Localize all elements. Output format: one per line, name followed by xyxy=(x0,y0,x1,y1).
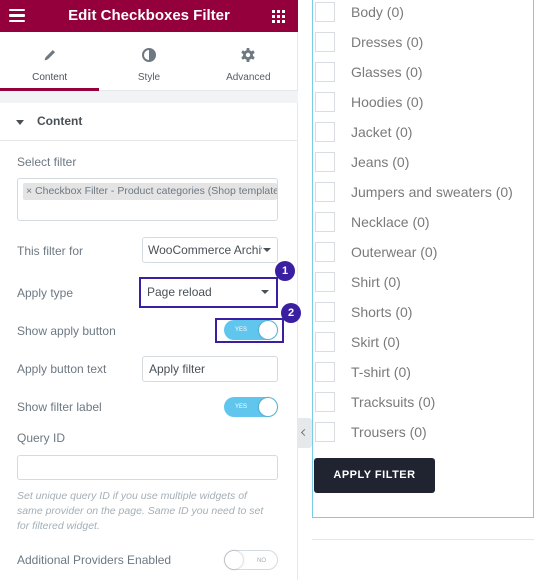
chevron-down-icon xyxy=(263,248,271,252)
apply-button-text-input[interactable]: Apply filter xyxy=(142,356,278,382)
checkbox[interactable] xyxy=(315,392,335,412)
checkbox-label: Shirt (0) xyxy=(351,274,401,290)
tab-style-label: Style xyxy=(137,72,161,83)
toggle-state-label: NO xyxy=(257,558,266,564)
panel-title: Edit Checkboxes Filter xyxy=(68,7,230,24)
toggle-state-label: YES xyxy=(235,404,248,410)
tab-advanced-label: Advanced xyxy=(226,72,271,83)
tab-content-label: Content xyxy=(32,72,68,83)
checkbox[interactable] xyxy=(315,152,335,172)
checkbox[interactable] xyxy=(315,182,335,202)
checkbox[interactable] xyxy=(315,272,335,292)
checkbox[interactable] xyxy=(315,122,335,142)
apply-type-value: Page reload xyxy=(147,285,212,299)
checkbox-item[interactable]: Shorts (0) xyxy=(315,301,412,323)
checkbox[interactable] xyxy=(315,422,335,442)
selected-filter-chip[interactable]: × Checkbox Filter - Product categories (… xyxy=(23,183,277,200)
query-id-input[interactable] xyxy=(17,455,278,480)
select-filter-field[interactable]: × Checkbox Filter - Product categories (… xyxy=(17,178,278,221)
half-circle-icon xyxy=(141,48,156,62)
collapse-panel-handle[interactable] xyxy=(298,418,312,448)
checkbox-label: Trousers (0) xyxy=(351,424,427,440)
apply-filter-button[interactable]: APPLY FILTER xyxy=(314,458,435,493)
apply-type-select[interactable]: Page reload xyxy=(142,280,275,306)
checkbox-item[interactable]: Necklace (0) xyxy=(315,211,430,233)
checkbox-item[interactable]: Skirt (0) xyxy=(315,331,400,353)
checkbox[interactable] xyxy=(315,212,335,232)
step-badge-1: 1 xyxy=(275,261,295,281)
show-apply-button-label: Show apply button xyxy=(17,324,116,338)
filter-for-label: This filter for xyxy=(17,244,84,258)
toggle-knob xyxy=(259,398,277,416)
checkbox[interactable] xyxy=(315,2,335,22)
tab-content[interactable]: Content xyxy=(0,32,100,91)
checkbox-label: Tracksuits (0) xyxy=(351,394,436,410)
filter-for-select[interactable]: WooCommerce Archive xyxy=(142,237,278,263)
checkbox-label: Jeans (0) xyxy=(351,154,410,170)
checkbox-label: Shorts (0) xyxy=(351,304,413,320)
toggle-knob xyxy=(225,551,243,569)
checkbox-label: Dresses (0) xyxy=(351,34,424,50)
tab-advanced[interactable]: Advanced xyxy=(199,32,298,90)
filter-widget-preview: Body (0) Dresses (0) Glasses (0) Hoodies (0… xyxy=(312,0,534,518)
editor-panel: Edit Checkboxes Filter Content Style Adv… xyxy=(0,0,301,580)
section-spacer xyxy=(0,91,298,103)
checkbox[interactable] xyxy=(315,362,335,382)
checkbox-item[interactable]: Shirt (0) xyxy=(315,271,401,293)
section-content-header[interactable]: Content xyxy=(0,103,298,141)
divider xyxy=(312,539,534,540)
chevron-left-icon xyxy=(300,428,309,437)
checkbox-item[interactable]: Jumpers and sweaters (0) xyxy=(315,181,513,203)
filter-for-value: WooCommerce Archive xyxy=(148,243,262,257)
checkbox-label: T-shirt (0) xyxy=(351,364,411,380)
checkbox-label: Jumpers and sweaters (0) xyxy=(351,184,513,200)
panel-tabs: Content Style Advanced xyxy=(0,32,298,91)
caret-down-icon xyxy=(16,120,24,125)
checkbox-item[interactable]: Jeans (0) xyxy=(315,151,409,173)
checkbox-item[interactable]: Dresses (0) xyxy=(315,31,423,53)
checkbox-label: Necklace (0) xyxy=(351,214,430,230)
checkbox-item[interactable]: Outerwear (0) xyxy=(315,241,437,263)
checkbox-item[interactable]: Glasses (0) xyxy=(315,61,423,83)
checkbox-item[interactable]: Trousers (0) xyxy=(315,421,427,443)
checkbox[interactable] xyxy=(315,32,335,52)
checkbox-item[interactable]: Jacket (0) xyxy=(315,121,412,143)
checkbox-label: Body (0) xyxy=(351,4,404,20)
toggle-knob xyxy=(259,321,277,339)
section-title: Content xyxy=(37,114,83,128)
checkbox-label: Jacket (0) xyxy=(351,124,413,140)
chevron-down-icon xyxy=(261,290,269,294)
show-filter-label-toggle[interactable]: YES xyxy=(224,397,278,417)
apply-button-text-label: Apply button text xyxy=(17,362,107,376)
apply-type-label: Apply type xyxy=(17,286,74,300)
show-apply-button-toggle[interactable]: YES xyxy=(224,320,278,340)
step-badge-2: 2 xyxy=(281,303,301,323)
checkbox-item[interactable]: Hoodies (0) xyxy=(315,91,423,113)
query-id-label: Query ID xyxy=(17,431,66,445)
checkbox[interactable] xyxy=(315,92,335,112)
tab-style[interactable]: Style xyxy=(99,32,198,90)
checkbox-item[interactable]: Body (0) xyxy=(315,1,404,23)
select-filter-label: Select filter xyxy=(17,155,77,169)
checkbox[interactable] xyxy=(315,332,335,352)
checkbox[interactable] xyxy=(315,62,335,82)
toggle-state-label: YES xyxy=(235,327,248,333)
checkbox[interactable] xyxy=(315,242,335,262)
show-filter-label-label: Show filter label xyxy=(17,400,102,414)
checkbox-label: Glasses (0) xyxy=(351,64,423,80)
additional-providers-toggle[interactable]: NO xyxy=(224,550,278,570)
pencil-icon xyxy=(44,50,55,61)
checkbox-label: Outerwear (0) xyxy=(351,244,438,260)
checkbox[interactable] xyxy=(315,302,335,322)
panel-header: Edit Checkboxes Filter xyxy=(0,0,298,32)
additional-providers-label: Additional Providers Enabled xyxy=(17,553,172,567)
apps-grid-icon[interactable] xyxy=(272,10,285,23)
query-id-description: Set unique query ID if you use multiple … xyxy=(17,490,264,532)
checkbox-item[interactable]: Tracksuits (0) xyxy=(315,391,435,413)
checkbox-label: Hoodies (0) xyxy=(351,94,424,110)
checkbox-label: Skirt (0) xyxy=(351,334,400,350)
checkbox-item[interactable]: T-shirt (0) xyxy=(315,361,411,383)
gear-icon xyxy=(241,48,255,62)
